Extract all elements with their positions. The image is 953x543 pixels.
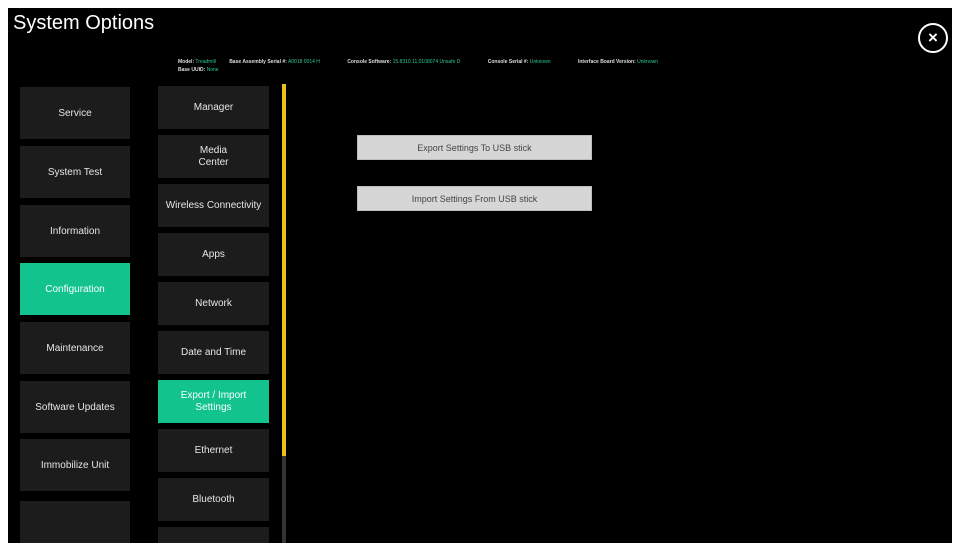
submenu-item-rfid[interactable]: RFID [158, 527, 269, 543]
system-options-screen: System Options × Model: Treadmill Base A… [8, 8, 952, 543]
submenu-item-date-and-time[interactable]: Date and Time [158, 331, 269, 374]
submenu-item-manager[interactable]: Manager [158, 86, 269, 129]
submenu-item-ethernet[interactable]: Ethernet [158, 429, 269, 472]
submenu-item-network[interactable]: Network [158, 282, 269, 325]
nav-item-immobilize-unit[interactable]: Immobilize Unit [20, 439, 130, 491]
device-info-row: Model: Treadmill Base Assembly Serial #:… [178, 59, 670, 65]
export-settings-button[interactable]: Export Settings To USB stick [357, 135, 592, 160]
console-serial-value: Unknown [529, 59, 551, 65]
page-title: System Options [13, 12, 155, 34]
model-value: Treadmill [195, 59, 216, 65]
submenu-scrollbar[interactable] [282, 84, 286, 543]
submenu-item-apps[interactable]: Apps [158, 233, 269, 276]
nav-item-software-updates[interactable]: Software Updates [20, 381, 130, 433]
base-uuid-value: None [206, 67, 219, 73]
nav-item-system-test[interactable]: System Test [20, 146, 130, 198]
base-uuid-row: Base UUID: None [178, 67, 231, 73]
nav-item-maintenance[interactable]: Maintenance [20, 322, 130, 374]
import-settings-button[interactable]: Import Settings From USB stick [357, 186, 592, 211]
close-button[interactable]: × [918, 23, 948, 53]
base-uuid-label: Base UUID: [178, 67, 206, 73]
console-serial-label: Console Serial #: [487, 59, 529, 65]
nav-empty-slot [20, 501, 130, 543]
configuration-submenu: Manager Media Center Wireless Connectivi… [158, 86, 282, 543]
nav-item-configuration[interactable]: Configuration [20, 263, 130, 315]
model-label: Model: [178, 59, 195, 65]
submenu-item-bluetooth[interactable]: Bluetooth [158, 478, 269, 521]
base-serial-value: A0018 0014 H [287, 59, 320, 65]
submenu-item-wireless-connectivity[interactable]: Wireless Connectivity [158, 184, 269, 227]
nav-item-service[interactable]: Service [20, 87, 130, 139]
submenu-item-export-import-settings[interactable]: Export / Import Settings [158, 380, 269, 423]
nav-item-information[interactable]: Information [20, 205, 130, 257]
console-software-value: 15.8310.11.0108074 Unsafe D [392, 59, 461, 65]
console-software-label: Console Software: [347, 59, 392, 65]
submenu-item-media-center[interactable]: Media Center [158, 135, 269, 178]
interface-board-value: Unknown [637, 59, 659, 65]
interface-board-label: Interface Board Version: [577, 59, 636, 65]
submenu-scrollbar-thumb[interactable] [282, 84, 286, 456]
base-serial-label: Base Assembly Serial #: [229, 59, 287, 65]
